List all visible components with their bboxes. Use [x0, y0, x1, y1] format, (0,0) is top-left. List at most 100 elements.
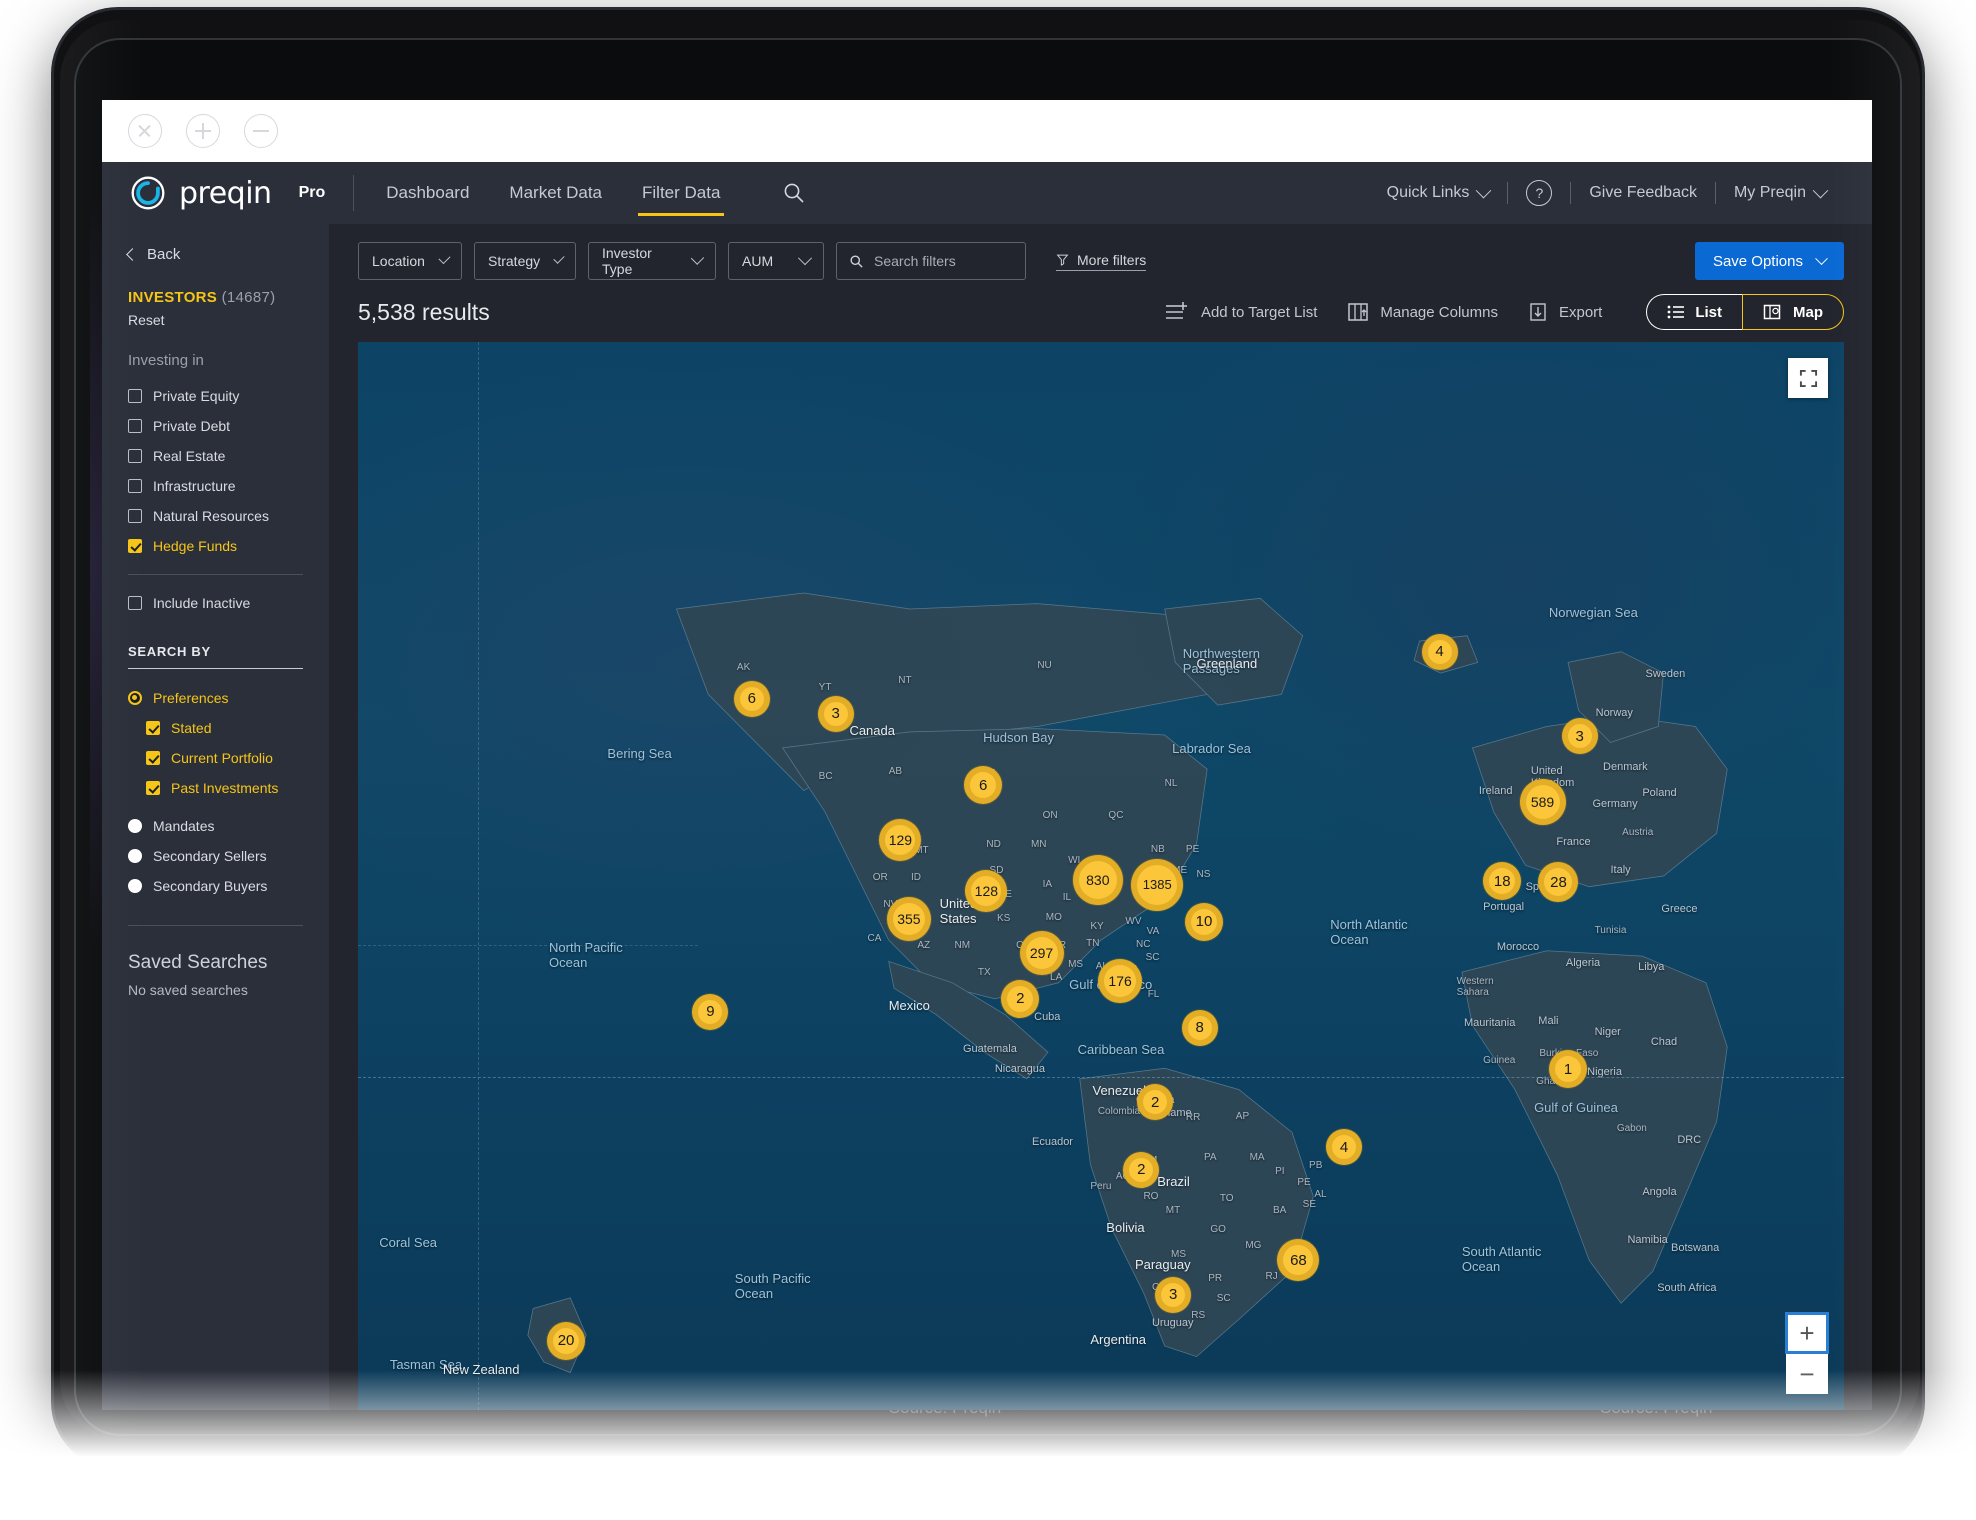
nav-tab-market-data[interactable]: Market Data — [505, 162, 606, 224]
chevron-down-icon — [1815, 251, 1828, 265]
map-marker[interactable]: 6 — [964, 766, 1003, 805]
nav-tab-dashboard[interactable]: Dashboard — [382, 162, 473, 224]
checkbox-icon-checked — [146, 751, 160, 765]
maximize-icon[interactable] — [186, 114, 220, 148]
close-icon[interactable] — [128, 114, 162, 148]
radio-mandates[interactable]: Mandates — [128, 811, 303, 841]
map-marker[interactable]: 6 — [733, 680, 770, 717]
map-marker[interactable]: 3 — [1155, 1276, 1192, 1313]
map-region-label: MS — [1171, 1248, 1187, 1260]
checkbox-infrastructure[interactable]: Infrastructure — [128, 471, 303, 501]
map-marker[interactable]: 2 — [1137, 1084, 1174, 1121]
sidebar-title: INVESTORS (14687) — [128, 289, 303, 306]
filter-aum-dropdown[interactable]: AUM — [728, 242, 824, 280]
investor-map[interactable]: Norwegian Sea Northwestern Passages Hudson… — [358, 342, 1844, 1410]
map-marker[interactable]: 68 — [1277, 1239, 1320, 1282]
radio-label: Secondary Sellers — [153, 848, 267, 864]
map-region-label: ON — [1042, 809, 1058, 821]
minimize-icon[interactable] — [244, 114, 278, 148]
columns-icon — [1348, 303, 1369, 321]
nav-tab-filter-data[interactable]: Filter Data — [638, 162, 725, 224]
map-region-label: NC — [1136, 939, 1151, 950]
map-country-label: South Africa — [1657, 1281, 1717, 1294]
my-preqin-menu[interactable]: My Preqin — [1716, 182, 1844, 202]
map-marker[interactable]: 3 — [1561, 718, 1598, 755]
map-marker[interactable]: 18 — [1483, 862, 1522, 901]
main-nav: Dashboard Market Data Filter Data — [382, 162, 806, 224]
map-marker[interactable]: 28 — [1538, 862, 1579, 903]
map-marker[interactable]: 1 — [1549, 1050, 1588, 1089]
map-region-label: RJ — [1265, 1271, 1278, 1283]
main-content: Location Strategy Investor Type AUM Sear… — [330, 224, 1872, 1410]
checkbox-natural-resources[interactable]: Natural Resources — [128, 501, 303, 531]
checkbox-current-portfolio[interactable]: Current Portfolio — [146, 743, 303, 773]
view-toggle-map[interactable]: Map — [1742, 294, 1844, 330]
map-marker[interactable]: 8 — [1181, 1009, 1218, 1046]
map-marker[interactable]: 830 — [1072, 855, 1123, 906]
checkbox-past-investments[interactable]: Past Investments — [146, 773, 303, 803]
checkbox-real-estate[interactable]: Real Estate — [128, 441, 303, 471]
results-count: 5,538 results — [358, 298, 490, 325]
map-marker[interactable]: 10 — [1184, 902, 1223, 941]
checkbox-include-inactive[interactable]: Include Inactive — [128, 588, 303, 618]
map-marker[interactable]: 4 — [1421, 633, 1458, 670]
map-region-label: PE — [1185, 843, 1200, 855]
give-feedback-link[interactable]: Give Feedback — [1571, 184, 1715, 202]
map-region-label: FL — [1147, 989, 1160, 1001]
map-marker[interactable]: 589 — [1519, 779, 1566, 826]
header-search-icon[interactable] — [782, 181, 806, 205]
checkbox-label: Real Estate — [153, 448, 226, 464]
search-by-rule — [128, 668, 303, 669]
add-to-target-list-button[interactable]: Add to Target List — [1164, 301, 1317, 323]
map-marker[interactable]: 4 — [1326, 1129, 1363, 1166]
map-sea-label: Labrador Sea — [1172, 741, 1251, 757]
checkbox-hedge-funds[interactable]: Hedge Funds — [128, 531, 303, 561]
help-button[interactable]: ? — [1508, 180, 1570, 206]
map-region-label: CA — [867, 932, 882, 944]
radio-secondary-buyers[interactable]: Secondary Buyers — [128, 871, 303, 901]
checkbox-private-equity[interactable]: Private Equity — [128, 381, 303, 411]
map-region-label: NS — [1196, 868, 1211, 880]
zoom-in-button[interactable]: + — [1785, 1312, 1829, 1354]
map-marker[interactable]: 129 — [879, 818, 922, 861]
map-country-label: Greenland — [1196, 655, 1258, 671]
quick-links-menu[interactable]: Quick Links — [1369, 182, 1508, 202]
map-marker[interactable]: 1385 — [1131, 858, 1184, 911]
map-country-label: Austria — [1622, 826, 1654, 838]
back-button[interactable]: Back — [126, 246, 303, 263]
fullscreen-button[interactable] — [1788, 358, 1828, 398]
filter-location-dropdown[interactable]: Location — [358, 242, 462, 280]
my-preqin-label: My Preqin — [1733, 184, 1806, 201]
brand-logo[interactable]: preqin Pro — [124, 175, 325, 211]
map-country-label: Tunisia — [1594, 925, 1627, 937]
map-marker[interactable]: 355 — [886, 896, 931, 941]
filter-icon — [1056, 254, 1069, 266]
map-region-label: PI — [1275, 1166, 1285, 1178]
filter-investor-type-dropdown[interactable]: Investor Type — [588, 242, 716, 280]
filter-search-box[interactable] — [836, 242, 1026, 280]
export-button[interactable]: Export — [1528, 301, 1602, 323]
radio-preferences[interactable]: Preferences — [128, 683, 303, 713]
map-marker[interactable]: 2 — [1001, 979, 1040, 1018]
map-marker[interactable]: 128 — [965, 869, 1008, 912]
more-filters-link[interactable]: More filters — [1056, 252, 1147, 271]
map-marker[interactable]: 176 — [1098, 958, 1143, 1003]
reset-filters-link[interactable]: Reset — [128, 312, 303, 328]
search-input[interactable] — [874, 253, 1004, 269]
map-marker[interactable]: 20 — [547, 1321, 586, 1360]
map-marker[interactable]: 3 — [817, 695, 854, 732]
checkbox-private-debt[interactable]: Private Debt — [128, 411, 303, 441]
map-country-label: Mexico — [888, 997, 930, 1013]
map-marker[interactable]: 2 — [1123, 1151, 1160, 1188]
manage-columns-button[interactable]: Manage Columns — [1347, 301, 1498, 323]
filter-strategy-dropdown[interactable]: Strategy — [474, 242, 576, 280]
save-options-button[interactable]: Save Options — [1694, 242, 1844, 280]
radio-secondary-sellers[interactable]: Secondary Sellers — [128, 841, 303, 871]
map-marker[interactable]: 297 — [1019, 930, 1064, 975]
map-marker[interactable]: 9 — [692, 993, 729, 1030]
view-toggle-list[interactable]: List — [1646, 294, 1742, 330]
map-sea-label: North Atlantic Ocean — [1330, 916, 1408, 947]
sidebar-title-count: (14687) — [221, 289, 276, 306]
app-body: Back INVESTORS (14687) Reset Investing i… — [102, 224, 1872, 1410]
checkbox-stated[interactable]: Stated — [146, 713, 303, 743]
